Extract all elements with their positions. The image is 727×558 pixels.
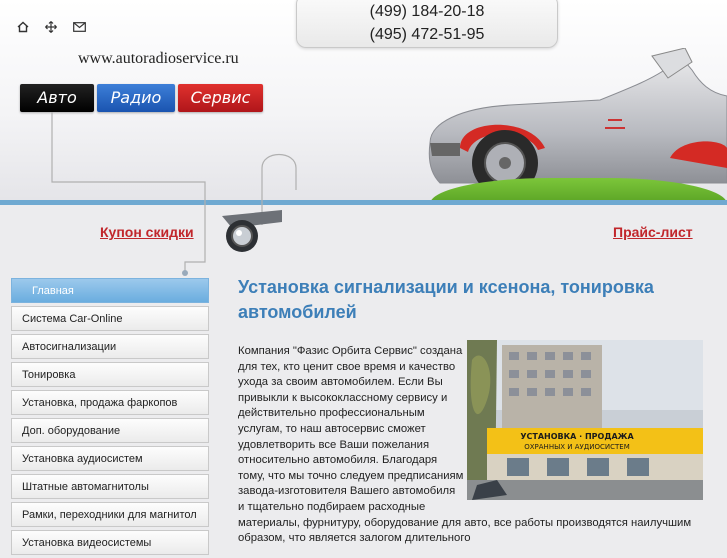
nav-item-alarms[interactable]: Автосигнализации [11,334,209,359]
nav-item-frames-adapters[interactable]: Рамки, переходники для магнитол [11,502,209,527]
shop-sign-line2: ОХРАННЫХ И АУДИОСИСТЕМ [524,443,630,451]
main-content: УСТАНОВКА · ПРОДАЖА ОХРАННЫХ И АУДИОСИСТ… [238,340,703,547]
sidebar-nav: Главная Система Car-Online Автосигнализа… [11,278,209,558]
service-building-photo: УСТАНОВКА · ПРОДАЖА ОХРАННЫХ И АУДИОСИСТ… [467,340,703,500]
nav-item-home[interactable]: Главная [11,278,209,303]
headlight-icon [222,210,282,252]
nav-item-extra-equipment[interactable]: Доп. оборудование [11,418,209,443]
coupon-link[interactable]: Купон скидки [100,224,194,240]
shop-sign-line1: УСТАНОВКА · ПРОДАЖА [520,432,634,441]
nav-item-audio[interactable]: Установка аудиосистем [11,446,209,471]
nav-item-towbars[interactable]: Установка, продажа фаркопов [11,390,209,415]
nav-item-head-units[interactable]: Штатные автомагнитолы [11,474,209,499]
page-title: Установка сигнализации и ксенона, тониро… [238,277,654,322]
nav-item-tinting[interactable]: Тонировка [11,362,209,387]
nav-item-car-online[interactable]: Система Car-Online [11,306,209,331]
nav-item-video[interactable]: Установка видеосистемы [11,530,209,555]
price-list-link[interactable]: Прайс-лист [613,224,693,240]
